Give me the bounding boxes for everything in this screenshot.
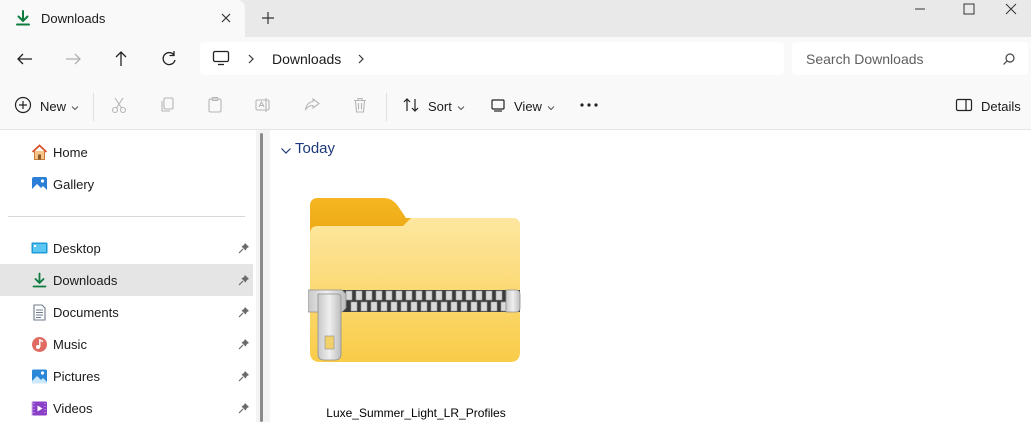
paste-button[interactable] [206, 94, 224, 118]
sidebar-item-label: Videos [53, 401, 93, 416]
divider [93, 93, 94, 121]
copy-button[interactable] [158, 94, 176, 118]
share-button[interactable] [303, 94, 321, 118]
this-pc-icon[interactable] [212, 50, 230, 69]
search-icon[interactable] [1002, 52, 1016, 69]
sort-label: Sort [428, 98, 452, 114]
sidebar-item-gallery[interactable]: Gallery [0, 168, 253, 200]
file-list[interactable]: Today Luxe_Summer_Light_LR_Profiles [270, 130, 1031, 422]
close-window-button[interactable] [990, 0, 1031, 22]
navigation-pane: Home Gallery Desktop Downloads Documents [0, 130, 256, 422]
download-icon [14, 9, 32, 30]
pin-icon[interactable] [238, 402, 250, 417]
sidebar-item-downloads[interactable]: Downloads [0, 264, 253, 296]
new-button[interactable]: New [14, 94, 79, 118]
address-bar[interactable]: Downloads [200, 42, 784, 75]
back-button[interactable] [11, 47, 39, 71]
cut-icon [110, 96, 128, 117]
gallery-icon [31, 176, 48, 193]
pin-icon[interactable] [238, 274, 250, 289]
minimize-button[interactable] [897, 0, 943, 22]
chevron-down-icon [547, 99, 555, 114]
sidebar-item-home[interactable]: Home [0, 136, 253, 168]
forward-button[interactable] [59, 47, 87, 71]
pin-icon[interactable] [238, 370, 250, 385]
rename-button[interactable] [254, 94, 272, 118]
command-bar: New Sort View Details [0, 82, 1031, 130]
title-bar: Downloads [0, 0, 1031, 37]
file-name: Luxe_Summer_Light_LR_Profiles [326, 406, 506, 420]
up-button[interactable] [107, 47, 135, 71]
sidebar-item-music[interactable]: Music [0, 328, 253, 360]
sidebar-item-label: Music [53, 337, 87, 352]
cut-button[interactable] [110, 94, 128, 118]
music-icon [31, 336, 48, 353]
zip-folder-icon [307, 190, 524, 373]
chevron-down-icon [457, 99, 465, 114]
search-box[interactable] [792, 42, 1028, 75]
plus-circle-icon [14, 96, 32, 117]
maximize-button[interactable] [945, 0, 991, 22]
pin-icon[interactable] [238, 338, 250, 353]
chevron-right-icon[interactable] [246, 52, 256, 69]
share-icon [303, 96, 321, 117]
new-label: New [40, 98, 67, 114]
divider [386, 93, 387, 121]
sort-button[interactable]: Sort [402, 94, 465, 118]
view-icon [490, 97, 506, 116]
chevron-down-icon[interactable] [280, 144, 292, 159]
sidebar-divider [8, 216, 245, 217]
desktop-icon [31, 240, 48, 257]
copy-icon [158, 96, 176, 117]
paste-icon [206, 96, 224, 117]
sidebar-scrollbar-track[interactable] [256, 130, 270, 422]
chevron-down-icon [71, 99, 79, 114]
file-item[interactable]: Luxe_Summer_Light_LR_Profiles [307, 190, 524, 422]
pin-icon[interactable] [238, 306, 250, 321]
more-options-button[interactable] [579, 94, 599, 118]
sidebar-item-label: Desktop [53, 241, 101, 256]
group-header-today[interactable]: Today [295, 140, 335, 157]
sidebar-scrollbar[interactable] [260, 133, 263, 422]
tab-title: Downloads [41, 11, 106, 26]
rename-icon [254, 96, 272, 117]
view-button[interactable]: View [490, 94, 555, 118]
sidebar-item-label: Home [53, 145, 88, 160]
sidebar-item-label: Documents [53, 305, 119, 320]
tab-downloads[interactable]: Downloads [0, 0, 245, 37]
sidebar-item-videos[interactable]: Videos [0, 392, 253, 424]
navigation-bar: Downloads [0, 37, 1031, 82]
close-tab-icon[interactable] [217, 9, 235, 27]
sidebar-item-desktop[interactable]: Desktop [0, 232, 253, 264]
new-tab-button[interactable] [258, 8, 278, 28]
details-label: Details [981, 98, 1021, 114]
refresh-button[interactable] [155, 47, 183, 71]
more-options-icon [579, 96, 599, 117]
sidebar-item-label: Pictures [53, 369, 100, 384]
home-icon [31, 144, 48, 161]
pictures-icon [31, 368, 48, 385]
delete-button[interactable] [351, 94, 369, 118]
details-button[interactable]: Details [955, 94, 1021, 118]
trash-icon [351, 96, 369, 117]
chevron-right-icon[interactable] [356, 52, 366, 69]
sort-icon [402, 96, 420, 117]
view-label: View [514, 98, 542, 114]
download-icon [31, 272, 48, 289]
sidebar-item-documents[interactable]: Documents [0, 296, 253, 328]
documents-icon [31, 304, 48, 321]
search-input[interactable] [792, 42, 1006, 75]
sidebar-item-label: Gallery [53, 177, 95, 192]
sidebar-item-label: Downloads [53, 273, 118, 288]
pin-icon[interactable] [238, 242, 250, 257]
videos-icon [31, 400, 48, 417]
details-pane-icon [955, 97, 973, 116]
sidebar-item-pictures[interactable]: Pictures [0, 360, 253, 392]
breadcrumb-downloads[interactable]: Downloads [272, 51, 341, 67]
